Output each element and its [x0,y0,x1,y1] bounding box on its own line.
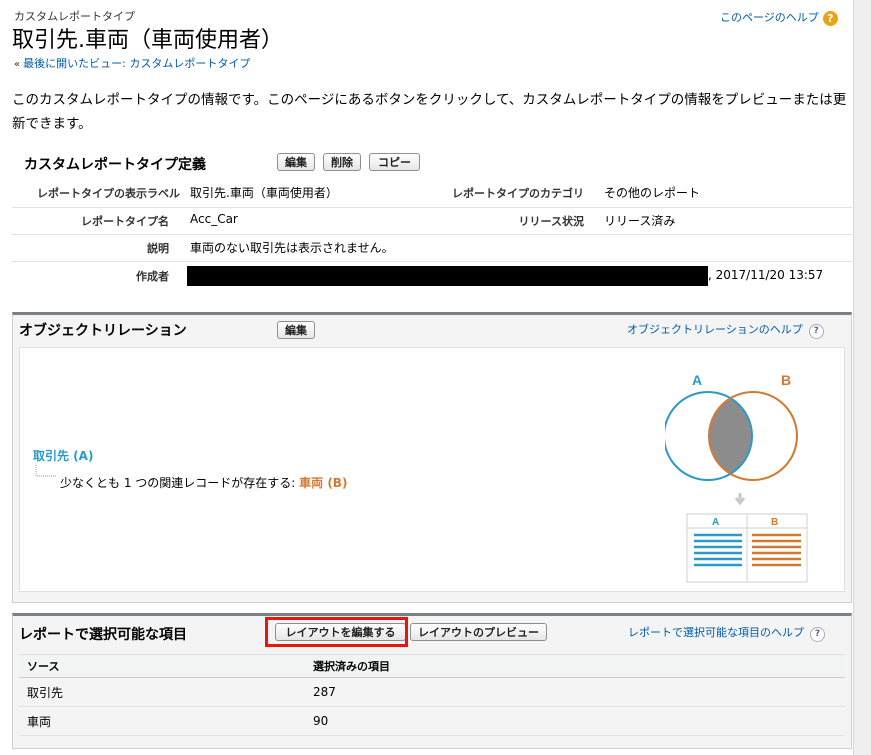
page-description: このカスタムレポートタイプの情報です。このページにあるボタンをクリックして、カス… [12,92,847,132]
relation-child-text: 少なくとも 1 つの関連レコードが存在する: 車両 (B) [60,474,347,491]
relation-edit-button[interactable]: 編集 [277,321,315,339]
field-value-name: Acc_Car [190,212,238,226]
field-value-release: リリース済み [604,214,676,228]
breadcrumb-arrow-icon: « [14,59,21,70]
row-count: 287 [305,677,845,707]
selectable-help-label[interactable]: レポートで選択可能な項目のヘルプ [628,626,804,639]
tree-connector-icon [35,465,56,477]
row-source: 取引先 [19,677,305,707]
breadcrumb-link[interactable]: 最後に開いたビュー: カスタムレポートタイプ [23,57,250,70]
field-value-category: その他のレポート [604,186,701,200]
selectable-fields-table: ソース 選択済みの項目 取引先 287 車両 90 [19,654,845,736]
venn-label-b: B [781,372,791,388]
relation-condition: 少なくとも 1 つの関連レコードが存在する: [60,476,296,490]
relation-help-link[interactable]: オブジェクトリレーションのヘルプ? [627,321,824,339]
selectable-title: レポートで選択可能な項目 [19,627,187,643]
window-edge [853,0,871,755]
relation-body: 取引先 (A) 少なくとも 1 つの関連レコードが存在する: 車両 (B) A … [19,347,845,592]
selectable-fields-panel: レポートで選択可能な項目 レイアウトを編集する レイアウトのプレビュー レポート… [12,613,852,749]
edit-button[interactable]: 編集 [277,153,315,171]
venn-label-a: A [692,372,702,388]
selectable-help-link[interactable]: レポートで選択可能な項目のヘルプ? [628,624,825,642]
help-icon[interactable]: ? [822,10,838,26]
field-value-created-date: , 2017/11/20 13:57 [708,268,824,282]
divider [12,207,852,208]
field-label-name: レポートタイプ名 [81,215,169,228]
field-value-description: 車両のない取引先は表示されません。 [190,241,394,255]
table-header-row: ソース 選択済みの項目 [19,654,845,678]
relation-title: オブジェクトリレーション [19,323,187,339]
delete-button[interactable]: 削除 [323,153,361,171]
page-help-link[interactable]: このページのヘルプ? [720,9,838,26]
object-a-label: 取引先 (A) [33,449,94,463]
breadcrumb[interactable]: «最後に開いたビュー: カスタムレポートタイプ [14,55,250,71]
help-icon[interactable]: ? [810,627,825,642]
field-value-display-label: 取引先.車両（車両使用者） [190,186,338,200]
column-header-selected: 選択済みの項目 [305,654,845,678]
field-label-release: リリース状況 [518,215,584,228]
redacted-creator-name [187,266,708,286]
page-title: 取引先.車両（車両使用者） [12,28,283,53]
preview-layout-button[interactable]: レイアウトのプレビュー [410,623,547,641]
definition-title: カスタムレポートタイプ定義 [24,157,206,173]
highlight-edit-layout [265,617,408,647]
divider [12,234,852,235]
object-relation-panel: オブジェクトリレーション 編集 オブジェクトリレーションのヘルプ? 取引先 (A… [12,312,852,603]
relation-help-label[interactable]: オブジェクトリレーションのヘルプ [627,323,803,336]
field-label-description: 説明 [147,242,169,255]
table-row: 取引先 287 [19,677,845,707]
relation-venn-diagram: A B A B [665,372,808,583]
row-count: 90 [305,706,845,736]
down-arrow-icon [734,493,746,506]
field-label-category: レポートタイプのカテゴリ [452,187,584,200]
object-b-label: 車両 (B) [299,476,348,490]
page-help-label[interactable]: このページのヘルプ [720,11,819,24]
table-label-a: A [712,517,719,528]
row-source: 車両 [19,706,305,736]
table-row: 車両 90 [19,706,845,736]
copy-button[interactable]: コピー [369,153,420,171]
field-label-creator: 作成者 [136,270,169,283]
column-header-source: ソース [19,654,305,678]
table-label-b: B [771,517,778,528]
field-label-display-label: レポートタイプの表示ラベル [37,187,180,200]
help-icon[interactable]: ? [808,324,824,339]
divider [12,261,852,262]
